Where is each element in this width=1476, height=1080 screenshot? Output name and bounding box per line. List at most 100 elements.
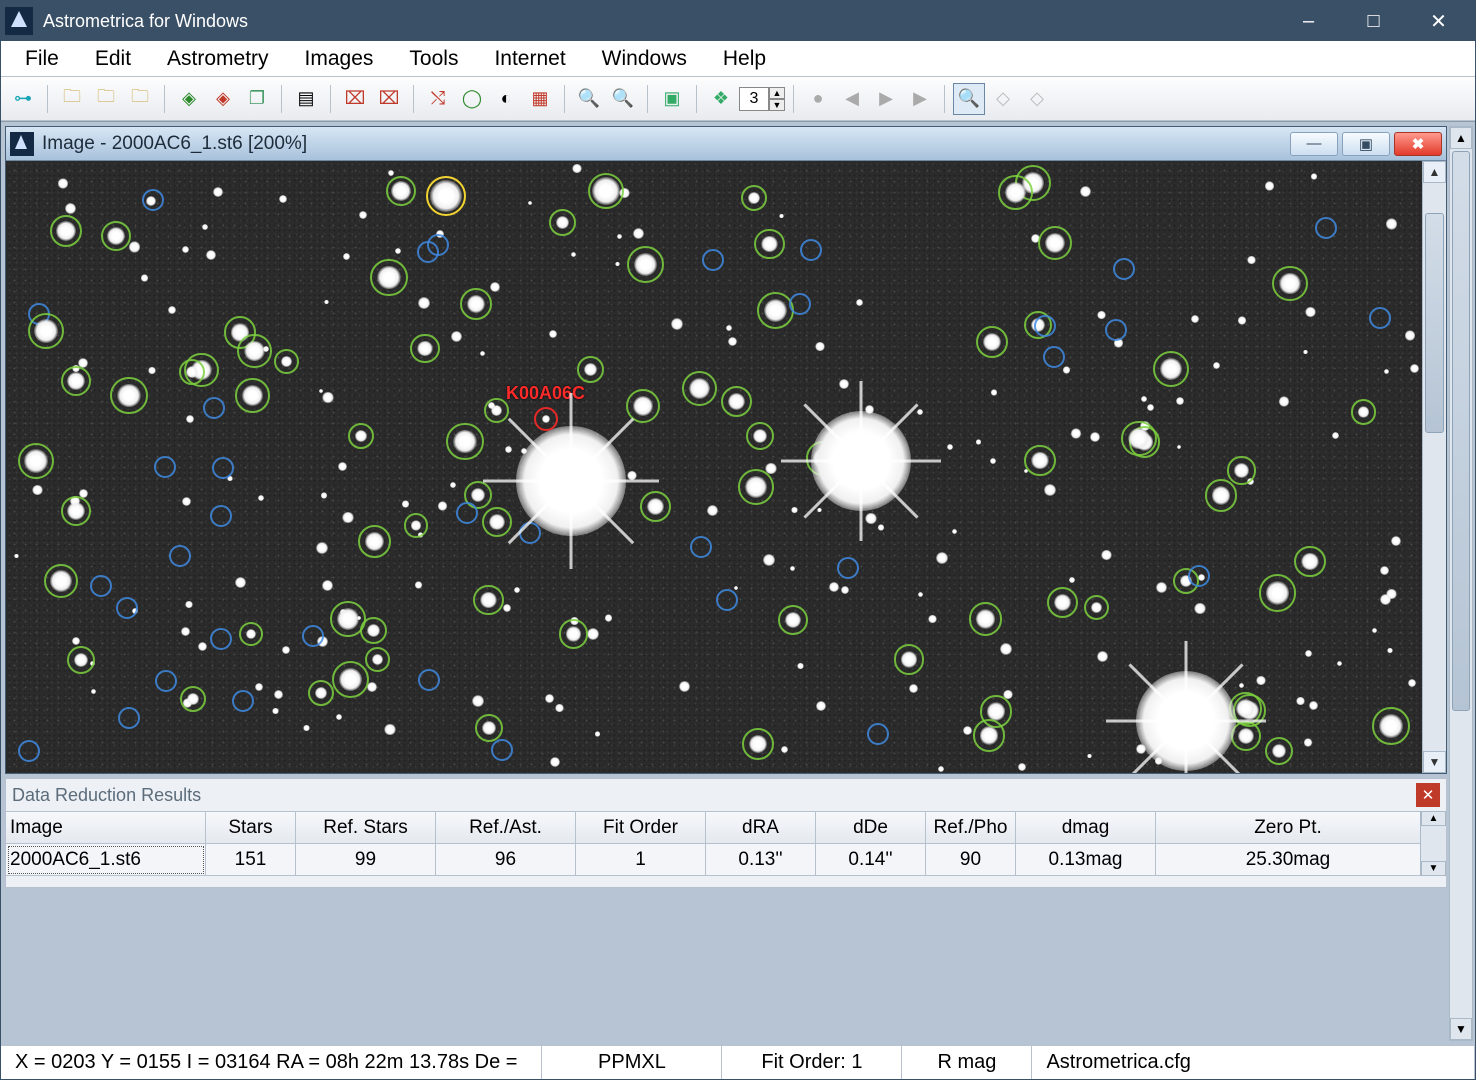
col-dde[interactable]: dDe [816,812,926,844]
play-icon[interactable]: ▶ [870,83,902,115]
zoom-out-icon[interactable]: 🔍 [607,83,639,115]
open-folder3-icon[interactable]: 🗀 [124,83,156,115]
open-folder2-icon[interactable]: 🗀 [90,83,122,115]
starfield-canvas[interactable]: K00A06C [6,161,1422,773]
inspect-icon[interactable]: 🔍 [953,83,985,115]
cell-dmag: 0.13mag [1016,844,1156,876]
col-dra[interactable]: dRA [706,812,816,844]
menu-edit[interactable]: Edit [77,43,149,75]
col-image[interactable]: Image [6,812,206,844]
results-close-button[interactable]: ✕ [1416,783,1440,807]
star [728,337,737,346]
star [991,389,998,396]
blue-ring [1043,346,1065,368]
menu-internet[interactable]: Internet [476,43,583,75]
star [990,458,996,464]
col-dmag[interactable]: dmag [1016,812,1156,844]
menu-images[interactable]: Images [287,43,392,75]
col-zero-pt[interactable]: Zero Pt. [1156,812,1420,844]
report-icon[interactable]: ▤ [290,83,322,115]
record-icon[interactable]: ● [802,83,834,115]
col-fit-order[interactable]: Fit Order [576,812,706,844]
prev-icon[interactable]: ◀ [836,83,868,115]
star [781,746,788,753]
green-ring [28,313,64,349]
target-red-icon[interactable]: ◈ [207,83,239,115]
cell-dra: 0.13'' [706,844,816,876]
green-ring [61,366,91,396]
zoom-in-icon[interactable]: 🔍 [573,83,605,115]
minimize-button[interactable]: – [1276,1,1341,41]
scroll-thumb[interactable] [1425,213,1444,433]
col-stars[interactable]: Stars [206,812,296,844]
green-ring [1294,546,1325,577]
mdi-scroll-up-icon[interactable]: ▲ [1450,127,1472,149]
menu-help[interactable]: Help [705,43,784,75]
results-row[interactable]: 2000AC6_1.st6 151 99 96 1 0.13'' 0.14'' … [6,844,1420,876]
results-scroll-up-icon[interactable]: ▲ [1421,811,1446,826]
star [572,164,581,173]
col-ref-stars[interactable]: Ref. Stars [296,812,436,844]
tool-b-icon[interactable]: ◇ [1021,83,1053,115]
toolbar-separator [696,85,697,113]
star [1191,315,1199,323]
menu-tools[interactable]: Tools [391,43,476,75]
frame-spinner-input[interactable] [739,87,769,111]
star [549,330,557,338]
menu-windows[interactable]: Windows [584,43,705,75]
image-window-titlebar[interactable]: Image - 2000AC6_1.st6 [200%] — ▣ ✖ [6,127,1446,161]
star [1147,404,1154,411]
track-icon[interactable]: ⤭ [422,83,454,115]
tool-a-icon[interactable]: ◇ [987,83,1019,115]
star [1080,186,1091,197]
child-maximize-button[interactable]: ▣ [1342,132,1390,156]
child-close-button[interactable]: ✖ [1394,132,1442,156]
star [952,529,957,534]
bright-star [516,426,626,536]
results-panel: Data Reduction Results ✕ Image Stars Ref… [5,778,1447,888]
col-ref-pho[interactable]: Ref./Pho [926,812,1016,844]
mdi-scroll-down-icon[interactable]: ▼ [1450,1018,1472,1040]
green-ring [1153,351,1189,387]
mdi-vertical-scrollbar[interactable]: ▲ ▼ [1449,126,1473,1041]
cell-ref-stars: 99 [296,844,436,876]
scroll-up-icon[interactable]: ▲ [1423,161,1446,183]
key-icon[interactable]: ⊶ [7,83,39,115]
frame-spinner[interactable]: ▲ ▼ [739,85,785,113]
fit-icon[interactable]: ▣ [656,83,688,115]
menu-file[interactable]: File [7,43,77,75]
star [790,566,795,571]
star [1213,362,1220,369]
open-folder-icon[interactable]: 🗀 [56,83,88,115]
results-vertical-scrollbar[interactable]: ▲ ▼ [1420,811,1446,876]
scroll-track[interactable] [1423,183,1446,751]
star [550,757,560,767]
star [319,389,323,393]
spinner-down-icon[interactable]: ▼ [769,99,785,111]
next-icon[interactable]: ▶ [904,83,936,115]
mdi-scroll-thumb[interactable] [1452,151,1470,711]
col-ref-ast[interactable]: Ref./Ast. [436,812,576,844]
reject2-icon[interactable]: ⌧ [373,83,405,115]
blue-ring [155,670,177,692]
scroll-down-icon[interactable]: ▼ [1423,751,1446,773]
circle-icon[interactable]: ◯ [456,83,488,115]
contrast-icon[interactable]: ◐ [490,83,522,115]
toolbar-separator [164,85,165,113]
target-green-icon[interactable]: ◈ [173,83,205,115]
blue-ring [116,597,138,619]
star [202,224,208,230]
close-button[interactable]: ✕ [1406,1,1471,41]
image-vertical-scrollbar[interactable]: ▲ ▼ [1422,161,1446,773]
image-viewport[interactable]: K00A06C ▲ ▼ [6,161,1446,773]
stack-icon[interactable]: ❐ [241,83,273,115]
blink-icon[interactable]: ❖ [705,83,737,115]
maximize-button[interactable]: □ [1341,1,1406,41]
reject1-icon[interactable]: ⌧ [339,83,371,115]
histogram-icon[interactable]: ▦ [524,83,556,115]
menu-astrometry[interactable]: Astrometry [149,43,287,75]
results-scroll-down-icon[interactable]: ▼ [1421,861,1446,876]
child-minimize-button[interactable]: — [1290,132,1338,156]
spinner-up-icon[interactable]: ▲ [769,87,785,99]
green-ring [1372,707,1410,745]
